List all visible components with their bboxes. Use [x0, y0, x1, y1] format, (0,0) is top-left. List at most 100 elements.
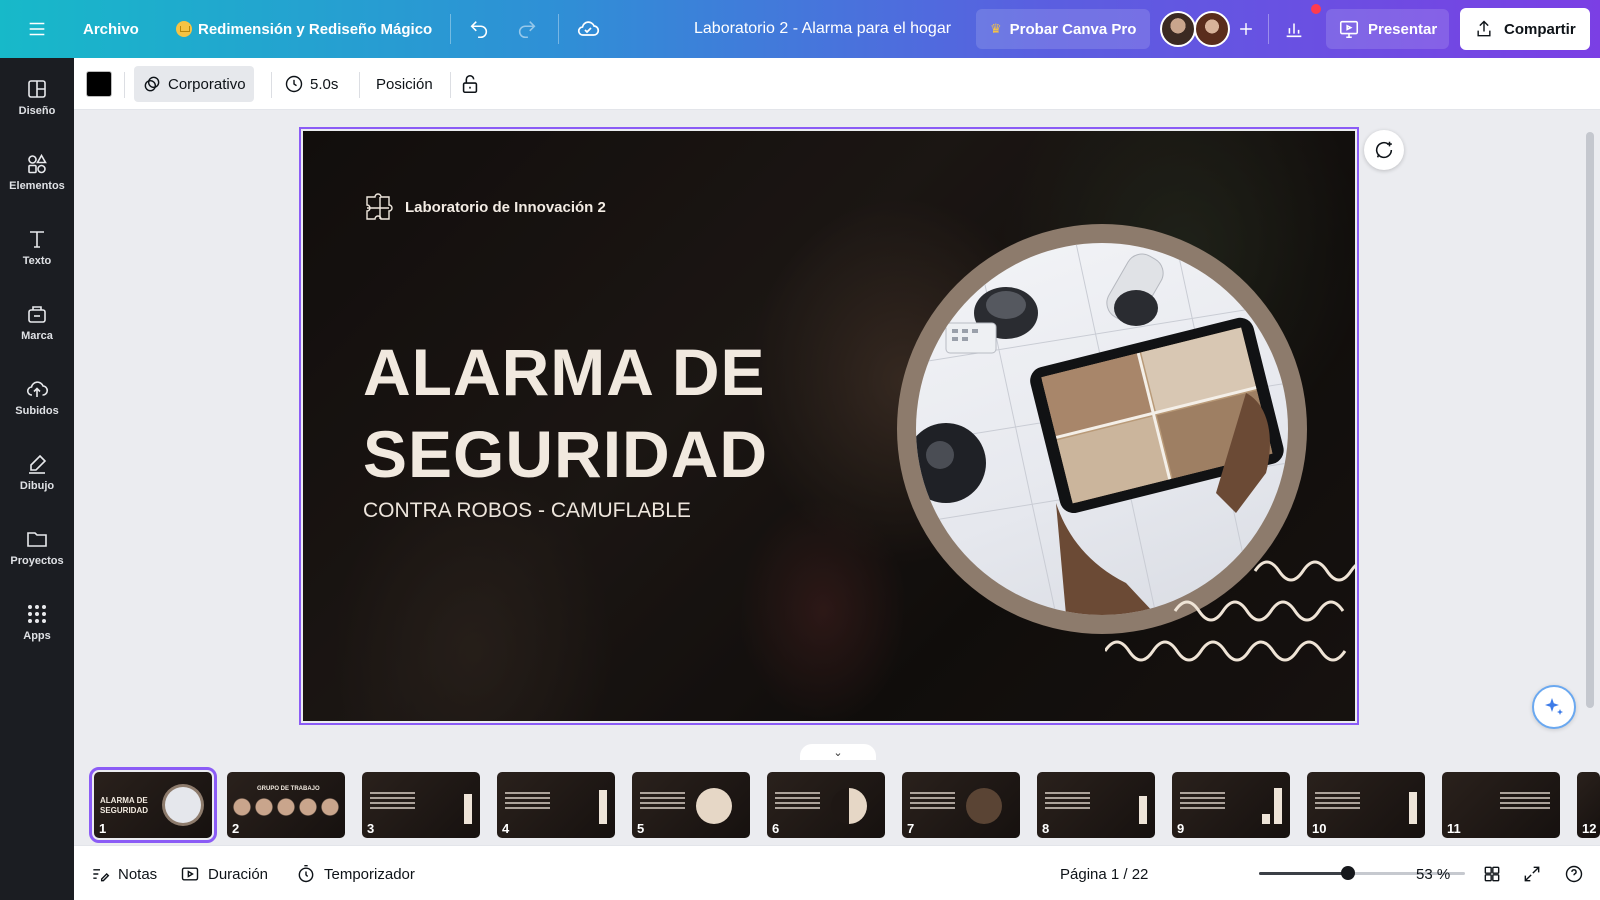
present-label: Presentar [1368, 20, 1438, 38]
chevron-down-icon: ⌄ [833, 746, 843, 759]
avatar[interactable] [1194, 11, 1230, 47]
sidebar-item-label: Diseño [18, 105, 56, 117]
thumb-number: 4 [502, 821, 510, 836]
insights-button[interactable] [1283, 0, 1305, 58]
page-thumbnail[interactable]: 4 [497, 772, 615, 838]
sidebar-item-draw[interactable]: Dibujo [0, 439, 74, 505]
slide-logo-text[interactable]: Laboratorio de Innovación 2 [405, 199, 606, 216]
page-thumbnail[interactable]: 12 [1577, 772, 1600, 838]
page-indicator-text: Página 1 / 22 [1060, 865, 1149, 883]
thumb-text-lines [1315, 792, 1360, 810]
help-button[interactable] [1564, 862, 1584, 886]
notes-pen-icon [93, 869, 110, 882]
divider [450, 14, 451, 44]
thumb-photo-inner [165, 787, 201, 823]
color-swatch-button[interactable] [86, 66, 112, 102]
timer-button[interactable]: Temporizador [296, 862, 415, 886]
comment-add-icon [1375, 141, 1393, 159]
thumb-number: 10 [1312, 821, 1327, 836]
vertical-scrollbar[interactable] [1584, 130, 1596, 710]
left-sidebar: Diseño Elementos Texto Marca Subidos Dib… [0, 58, 74, 900]
save-status-button[interactable] [576, 0, 600, 58]
present-screen-icon [1339, 20, 1359, 39]
thumb-title: GRUPO DE TRABAJO [257, 786, 320, 792]
duration-panel-button[interactable]: Duración [180, 862, 268, 886]
divider [124, 72, 125, 98]
shapes-icon [28, 153, 47, 174]
thumb-chart-bar [1139, 796, 1147, 824]
avatar[interactable] [1160, 11, 1196, 47]
divider [359, 72, 360, 98]
unlock-icon [462, 74, 478, 94]
add-collaborator-button[interactable] [1236, 0, 1256, 58]
notes-button[interactable]: Notas [90, 862, 157, 886]
page-thumbnail[interactable]: 5 [632, 772, 750, 838]
magic-assistant-button[interactable] [1532, 685, 1576, 729]
sidebar-item-elements[interactable]: Elementos [0, 139, 74, 205]
style-button[interactable]: Corporativo [134, 66, 254, 102]
zoom-level[interactable]: 53 % [1416, 862, 1450, 886]
add-comment-button[interactable] [1364, 130, 1404, 170]
duration-button[interactable]: 5.0s [284, 66, 338, 102]
sidebar-item-apps[interactable]: Apps [0, 589, 74, 655]
slide-subtitle[interactable]: CONTRA ROBOS - CAMUFLABLE [363, 499, 691, 523]
page-thumbnail[interactable]: 9 [1172, 772, 1290, 838]
timer-label: Temporizador [324, 865, 415, 883]
hamburger-menu-icon [29, 22, 45, 36]
top-bar: Archivo Redimensión y Rediseño Mágico La… [0, 0, 1600, 58]
slide-title[interactable]: ALARMA DE SEGURIDAD [363, 331, 833, 495]
redo-button[interactable] [516, 0, 538, 58]
document-title[interactable]: Laboratorio 2 - Alarma para el hogar [694, 0, 951, 58]
styles-icon [144, 76, 160, 92]
notes-label: Notas [118, 865, 158, 883]
menu-button[interactable] [26, 0, 48, 58]
position-button[interactable]: Posición [376, 66, 433, 102]
fullscreen-button[interactable] [1522, 862, 1542, 886]
page-thumbnail[interactable]: ALARMA DE SEGURIDAD 1 [89, 767, 217, 843]
expand-icon [1524, 866, 1540, 882]
grid-view-button[interactable] [1482, 862, 1502, 886]
sidebar-item-projects[interactable]: Proyectos [0, 514, 74, 580]
divider [271, 72, 272, 98]
help-icon [1565, 865, 1583, 883]
sidebar-item-design[interactable]: Diseño [0, 64, 74, 130]
thumb-number: 2 [232, 821, 240, 836]
undo-icon [470, 21, 488, 39]
page-thumbnail[interactable]: 10 [1307, 772, 1425, 838]
crown-icon [176, 21, 192, 37]
sidebar-item-label: Dibujo [19, 480, 55, 492]
slide[interactable]: Laboratorio de Innovación 2 ALARMA DE SE… [303, 131, 1355, 721]
plus-icon [1240, 23, 1252, 35]
thumb-avatars [233, 798, 339, 816]
page-indicator[interactable]: Página 1 / 22 [1060, 862, 1148, 886]
sidebar-item-label: Subidos [15, 405, 59, 417]
bottom-bar: Notas Duración Temporizador Página 1 / 2… [74, 845, 1600, 900]
slide-canvas[interactable]: Laboratorio de Innovación 2 ALARMA DE SE… [299, 127, 1359, 725]
share-upload-icon [1477, 20, 1491, 37]
page-thumbnail[interactable]: 8 [1037, 772, 1155, 838]
scrollbar-thumb[interactable] [1586, 132, 1594, 708]
sidebar-item-brand[interactable]: Marca [0, 289, 74, 355]
cloud-check-icon [577, 21, 600, 36]
stopwatch-icon [298, 864, 314, 883]
sidebar-item-uploads[interactable]: Subidos [0, 364, 74, 430]
magic-resize-button[interactable]: Redimensión y Rediseño Mágico [176, 0, 432, 58]
page-thumbnail[interactable]: GRUPO DE TRABAJO 2 [227, 772, 345, 838]
sidebar-item-text[interactable]: Texto [0, 214, 74, 280]
file-menu[interactable]: Archivo [83, 0, 139, 58]
page-thumbnail[interactable]: 11 [1442, 772, 1560, 838]
lock-button[interactable] [459, 66, 481, 102]
page-thumbnail[interactable]: 3 [362, 772, 480, 838]
page-thumbnail[interactable]: 7 [902, 772, 1020, 838]
thumb-pie-chart [966, 788, 1002, 824]
zoom-slider-knob[interactable] [1340, 866, 1355, 880]
zoom-slider-fill [1259, 872, 1348, 875]
share-button[interactable]: Compartir [1460, 0, 1590, 58]
thumb-title: ALARMA DE SEGURIDAD [100, 796, 149, 815]
collapse-filmstrip-button[interactable]: ⌄ [800, 744, 876, 760]
undo-button[interactable] [468, 0, 490, 58]
present-button[interactable]: Presentar [1326, 0, 1450, 58]
page-thumbnail[interactable]: 6 [767, 772, 885, 838]
try-pro-button[interactable]: ♛ Probar Canva Pro [976, 0, 1151, 58]
thumb-number: 11 [1447, 821, 1461, 836]
